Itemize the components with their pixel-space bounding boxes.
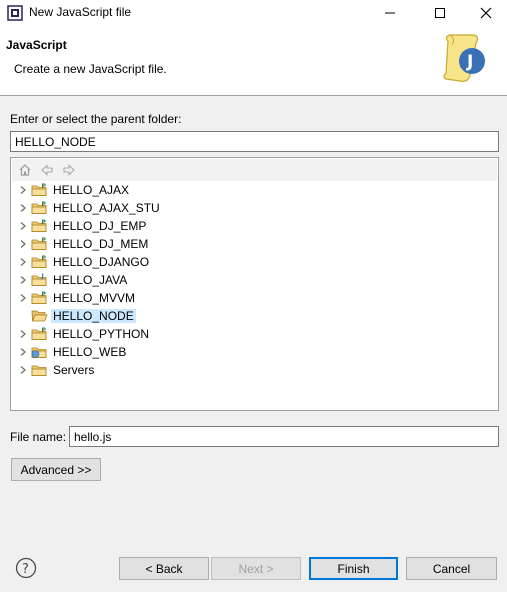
close-button[interactable] (466, 0, 506, 25)
tree-item[interactable]: P HELLO_DJ_EMP (11, 217, 498, 235)
advanced-button[interactable]: Advanced >> (11, 458, 101, 481)
tree-item[interactable]: P HELLO_DJ_MEM (11, 235, 498, 253)
forward-arrow-icon[interactable] (62, 163, 76, 177)
folder-icon (31, 365, 47, 376)
back-button[interactable]: < Back (119, 557, 209, 580)
tree-item[interactable]: P HELLO_MVVM (11, 289, 498, 307)
parent-folder-input[interactable]: HELLO_NODE (10, 131, 499, 152)
minimize-button[interactable] (370, 0, 410, 25)
tree-item-label: HELLO_WEB (53, 345, 127, 359)
tree-item-label: HELLO_AJAX (53, 183, 130, 197)
finish-button[interactable]: Finish (309, 557, 398, 580)
tree-item[interactable]: P HELLO_PYTHON (11, 325, 498, 343)
tree-item-label: Servers (53, 363, 95, 377)
maximize-button[interactable] (420, 0, 460, 25)
minimize-icon (385, 12, 395, 13)
javascript-wizard-icon: J (443, 34, 485, 82)
file-name-input[interactable]: hello.js (69, 426, 499, 447)
tree-item[interactable]: P HELLO_DJANGO (11, 253, 498, 271)
chevron-right-icon[interactable] (18, 185, 28, 195)
tree-item[interactable]: Servers (11, 361, 498, 379)
project-folder-icon: P (31, 237, 47, 250)
chevron-right-icon[interactable] (18, 329, 28, 339)
back-arrow-icon[interactable] (40, 163, 54, 177)
tree-item-label: HELLO_DJANGO (53, 255, 150, 269)
project-folder-icon: P (31, 291, 47, 304)
svg-text:J: J (466, 52, 473, 72)
wizard-description: Create a new JavaScript file. (14, 62, 167, 76)
project-folder-icon: P (31, 219, 47, 232)
svg-text:P: P (42, 291, 47, 298)
tree-item-label: HELLO_MVVM (53, 291, 136, 305)
svg-text:P: P (42, 219, 47, 226)
wizard-title: JavaScript (6, 38, 67, 52)
web-project-icon (31, 347, 47, 358)
parent-folder-label: Enter or select the parent folder: (10, 112, 182, 126)
tree-toolbar (12, 159, 497, 181)
help-icon[interactable]: ? (15, 557, 37, 579)
folder-tree[interactable]: P HELLO_AJAX P HELLO_AJAX_STU P HELLO_DJ_EMP P… (10, 157, 499, 411)
svg-text:P: P (42, 183, 47, 190)
tree-item[interactable]: P HELLO_AJAX (11, 181, 498, 199)
project-folder-icon: P (31, 255, 47, 268)
cancel-button[interactable]: Cancel (406, 557, 497, 580)
svg-text:J: J (41, 273, 44, 280)
chevron-right-icon[interactable] (18, 203, 28, 213)
window-title: New JavaScript file (29, 5, 132, 19)
tree-item-label: HELLO_NODE (51, 309, 136, 323)
project-folder-icon: P (31, 327, 47, 340)
svg-text:P: P (42, 201, 47, 208)
chevron-right-icon[interactable] (18, 311, 28, 321)
eclipse-app-icon (7, 5, 23, 21)
tree-item-label: HELLO_PYTHON (53, 327, 150, 341)
chevron-right-icon[interactable] (18, 293, 28, 303)
svg-text:P: P (42, 237, 47, 244)
open-folder-icon (31, 310, 48, 322)
next-button[interactable]: Next > (211, 557, 301, 580)
svg-text:P: P (42, 327, 47, 334)
chevron-right-icon[interactable] (18, 347, 28, 357)
chevron-right-icon[interactable] (18, 239, 28, 249)
svg-text:?: ? (22, 562, 29, 577)
title-bar: New JavaScript file (0, 0, 507, 25)
tree-item[interactable]: HELLO_NODE (11, 307, 498, 325)
tree-item[interactable]: HELLO_WEB (11, 343, 498, 361)
chevron-right-icon[interactable] (18, 221, 28, 231)
tree-item-label: HELLO_DJ_MEM (53, 237, 149, 251)
java-project-icon: J (31, 273, 47, 286)
tree-item-label: HELLO_JAVA (53, 273, 128, 287)
project-folder-icon: P (31, 183, 47, 196)
file-name-label: File name: (10, 430, 67, 444)
svg-text:P: P (42, 255, 47, 262)
tree-item-label: HELLO_DJ_EMP (53, 219, 147, 233)
tree-item[interactable]: P HELLO_AJAX_STU (11, 199, 498, 217)
chevron-right-icon[interactable] (18, 365, 28, 375)
tree-item-label: HELLO_AJAX_STU (53, 201, 160, 215)
home-icon[interactable] (18, 163, 32, 177)
tree-item[interactable]: J HELLO_JAVA (11, 271, 498, 289)
maximize-icon (435, 7, 445, 18)
chevron-right-icon[interactable] (18, 257, 28, 267)
chevron-right-icon[interactable] (18, 275, 28, 285)
wizard-banner: JavaScript Create a new JavaScript file.… (0, 25, 507, 96)
close-icon (480, 7, 492, 18)
project-folder-icon: P (31, 201, 47, 214)
